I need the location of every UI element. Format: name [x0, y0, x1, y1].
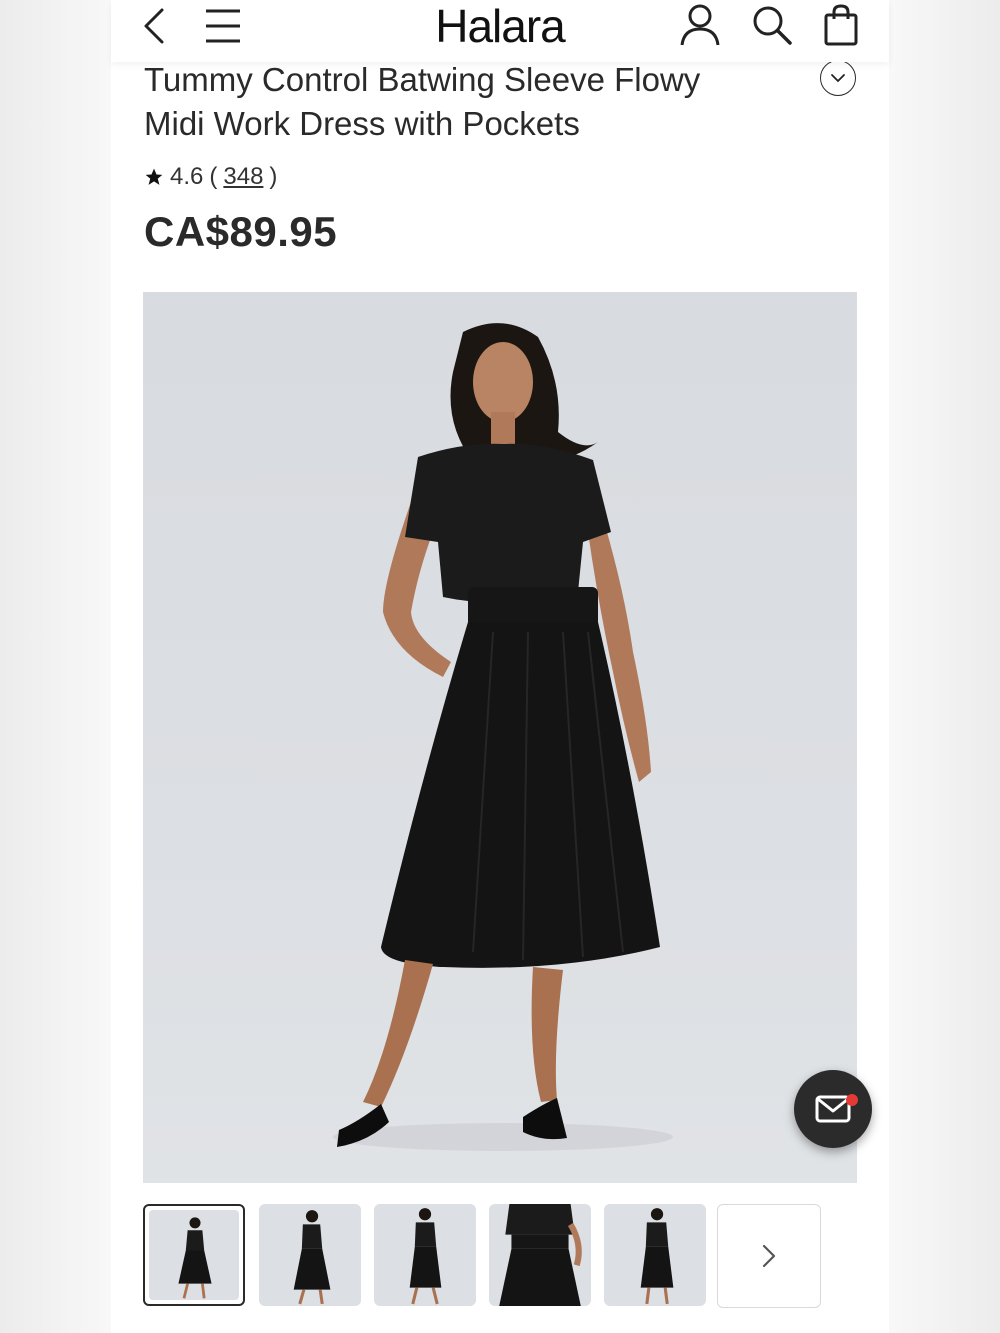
chevron-right-icon	[762, 1244, 776, 1268]
thumbnail-figure-3	[409, 1208, 442, 1305]
thumbnail-1[interactable]	[143, 1204, 245, 1306]
rating-value: 4.6	[170, 163, 204, 190]
product-title: Tummy Control Batwing Sleeve Flowy Midi …	[144, 58, 784, 146]
thumbnail-figure-1	[178, 1217, 212, 1299]
product-page: Halara Tummy Control Batwing Sleeve Flow…	[111, 0, 889, 1333]
top-header: Halara	[111, 0, 889, 62]
thumbnail-3[interactable]	[374, 1204, 476, 1306]
collapse-button[interactable]	[820, 60, 856, 96]
cart-button[interactable]	[819, 2, 863, 48]
thumbnail-figure-2	[293, 1210, 331, 1305]
shopping-bag-icon	[824, 4, 858, 46]
model-figure-illustration	[333, 323, 673, 1151]
chevron-down-icon	[831, 74, 845, 83]
product-main-image[interactable]	[143, 292, 857, 1183]
thumbnail-2[interactable]	[259, 1204, 361, 1306]
thumbnail-5[interactable]	[604, 1204, 706, 1306]
thumbnail-figure-5	[640, 1208, 674, 1305]
search-button[interactable]	[749, 2, 795, 48]
notification-dot	[846, 1094, 858, 1106]
search-icon	[753, 6, 792, 45]
rating-close-paren: )	[269, 163, 278, 190]
right-backdrop	[889, 0, 1000, 1333]
thumbnail-figure-4	[499, 1204, 582, 1306]
thumbnail-next-button[interactable]	[717, 1204, 821, 1308]
product-title-line-1: Tummy Control Batwing Sleeve Flowy	[144, 61, 701, 98]
message-fab-button[interactable]	[794, 1070, 872, 1148]
thumbnail-strip	[143, 1204, 857, 1308]
product-price: CA$89.95	[144, 208, 338, 255]
product-title-line-2: Midi Work Dress with Pockets	[144, 105, 580, 142]
review-count-link[interactable]: 348	[223, 163, 263, 191]
left-backdrop	[0, 0, 111, 1333]
rating-open-paren: (	[209, 163, 218, 190]
product-rating: 4.6 ( 348 )	[144, 160, 277, 194]
account-icon	[680, 4, 720, 46]
thumbnail-4[interactable]	[489, 1204, 591, 1306]
star-icon	[144, 167, 164, 187]
account-button[interactable]	[677, 2, 723, 48]
